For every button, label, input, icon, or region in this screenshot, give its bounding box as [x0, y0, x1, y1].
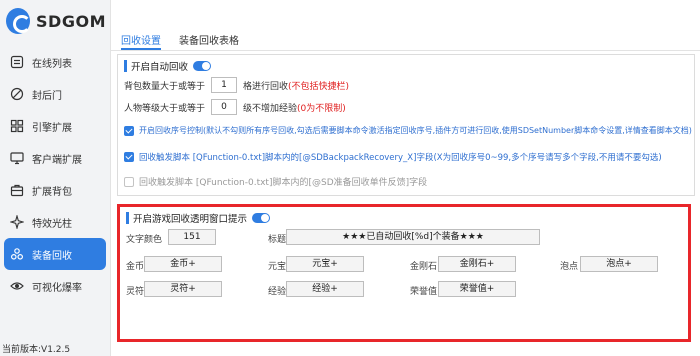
- eye-icon: [10, 279, 24, 293]
- auto-recycle-header: 开启自动回收: [124, 59, 212, 73]
- sidebar-item-label: 装备回收: [32, 250, 72, 262]
- sidebar-item-visual-drop-rate[interactable]: 可视化爆率: [0, 270, 110, 302]
- exp-input[interactable]: 经验+: [286, 281, 364, 297]
- tab-divider: [111, 50, 700, 51]
- sidebar-item-label: 在线列表: [32, 58, 72, 70]
- tab-recycle-settings[interactable]: 回收设置: [121, 32, 161, 50]
- heading-input[interactable]: ★★★已自动回收[%d]个装备★★★: [286, 229, 540, 245]
- heading-label: 标题: [268, 235, 287, 245]
- feedback-script-checkbox[interactable]: [124, 176, 134, 187]
- version-label: 当前版本:V1.2.5: [2, 345, 71, 355]
- bag-count-row: 背包数量大于或等于 1 格进行回收 (不包括快捷栏): [124, 77, 349, 93]
- sidebar-item-equipment-recycle[interactable]: 装备回收: [4, 238, 106, 270]
- talisman-label: 灵符: [126, 287, 145, 297]
- sparkle-icon: [10, 215, 24, 229]
- diamond-input[interactable]: 金刚石+: [438, 256, 516, 272]
- monitor-icon: [10, 151, 24, 165]
- level-row: 人物等级大于或等于 0 级不增加经验 (0为不限制): [124, 99, 346, 115]
- honor-label: 荣誉值: [410, 287, 438, 297]
- sidebar-item-extend-bag[interactable]: 扩展背包: [0, 174, 110, 206]
- sidebar-item-label: 封后门: [32, 90, 62, 102]
- list-icon: [10, 55, 24, 69]
- level-suffix: 级不增加经验: [243, 103, 298, 114]
- tip-window-panel: 开启游戏回收透明窗口提示 文字颜色 151 标题 ★★★已自动回收[%d]个装备…: [117, 204, 691, 342]
- gold-label: 金币: [126, 262, 145, 272]
- sidebar-item-label: 扩展背包: [32, 186, 72, 198]
- sidebar-item-effect-beam[interactable]: 特效光柱: [0, 206, 110, 238]
- option-trigger-script: 回收触发脚本 [QFunction-0.txt]脚本内的[@SDBackpack…: [124, 151, 662, 163]
- text-color-input[interactable]: 151: [168, 229, 216, 245]
- bag-count-input[interactable]: 1: [211, 77, 238, 93]
- sidebar: SDGOM 在线列表 封后门 引擎扩展 客户端扩展 扩展背包 特效光柱 装备回收…: [0, 0, 110, 356]
- serial-control-checkbox[interactable]: [124, 125, 134, 136]
- sidebar-item-label: 可视化爆率: [32, 282, 82, 294]
- tip-window-toggle[interactable]: [252, 213, 271, 223]
- option-serial-control: 开启回收序号控制(默认不勾则所有序号回收,勾选后需要脚本命令激活指定回收序号,插…: [124, 125, 692, 136]
- exp-label: 经验: [268, 287, 287, 297]
- honor-input[interactable]: 荣誉值+: [438, 281, 516, 297]
- option-feedback-script: 回收触发脚本 [QFunction-0.txt]脚本内的[@SD准备回收单件反馈…: [124, 175, 427, 188]
- tab-recycle-table[interactable]: 装备回收表格: [179, 32, 239, 50]
- tip-window-header: 开启游戏回收透明窗口提示: [126, 211, 271, 225]
- serial-control-label: 开启回收序号控制(默认不勾则所有序号回收,勾选后需要脚本命令激活指定回收序号,插…: [139, 126, 692, 135]
- sidebar-item-online-list[interactable]: 在线列表: [0, 46, 110, 78]
- bag-count-suffix: 格进行回收: [243, 81, 289, 92]
- section-marker: [124, 60, 127, 72]
- sidebar-item-label: 客户端扩展: [32, 154, 82, 166]
- sidebar-item-label: 引擎扩展: [32, 122, 72, 134]
- bubble-point-input[interactable]: 泡点+: [580, 256, 658, 272]
- level-prefix: 人物等级大于或等于: [124, 103, 206, 114]
- talisman-input[interactable]: 灵符+: [144, 281, 222, 297]
- yuanbao-input[interactable]: 元宝+: [286, 256, 364, 272]
- sidebar-nav: 在线列表 封后门 引擎扩展 客户端扩展 扩展背包 特效光柱 装备回收 可视化爆率: [0, 46, 110, 302]
- block-icon: [10, 87, 24, 101]
- auto-recycle-title: 开启自动回收: [131, 62, 189, 73]
- yuanbao-label: 元宝: [268, 262, 287, 272]
- tab-bar: 回收设置 装备回收表格: [121, 32, 257, 50]
- sidebar-item-block-backdoor[interactable]: 封后门: [0, 78, 110, 110]
- auto-recycle-panel: 开启自动回收 背包数量大于或等于 1 格进行回收 (不包括快捷栏) 人物等级大于…: [117, 54, 695, 196]
- bag-icon: [10, 183, 24, 197]
- sidebar-item-client-extension[interactable]: 客户端扩展: [0, 142, 110, 174]
- auto-recycle-toggle[interactable]: [193, 61, 212, 71]
- level-note: (0为不限制): [297, 103, 346, 114]
- text-color-label: 文字颜色: [126, 235, 163, 245]
- level-input[interactable]: 0: [211, 99, 238, 115]
- bag-count-prefix: 背包数量大于或等于: [124, 81, 206, 92]
- logo-icon: [6, 8, 32, 34]
- tip-window-title: 开启游戏回收透明窗口提示: [133, 214, 248, 225]
- section-marker: [126, 212, 129, 224]
- recycle-icon: [10, 247, 24, 261]
- feedback-script-label: 回收触发脚本 [QFunction-0.txt]脚本内的[@SD准备回收单件反馈…: [139, 178, 428, 188]
- trigger-script-label: 回收触发脚本 [QFunction-0.txt]脚本内的[@SDBackpack…: [139, 153, 662, 163]
- trigger-script-checkbox[interactable]: [124, 152, 134, 162]
- main-content: 回收设置 装备回收表格 开启自动回收 背包数量大于或等于 1 格进行回收 (不包…: [110, 0, 700, 356]
- bubble-point-label: 泡点: [560, 262, 579, 272]
- app-title: SDGOM: [36, 11, 106, 31]
- diamond-label: 金刚石: [410, 262, 438, 272]
- gold-input[interactable]: 金币+: [144, 256, 222, 272]
- app-logo: SDGOM: [6, 8, 106, 34]
- sidebar-item-engine-extension[interactable]: 引擎扩展: [0, 110, 110, 142]
- grid-icon: [10, 119, 24, 133]
- bag-count-note: (不包括快捷栏): [288, 81, 350, 92]
- sidebar-item-label: 特效光柱: [32, 218, 72, 230]
